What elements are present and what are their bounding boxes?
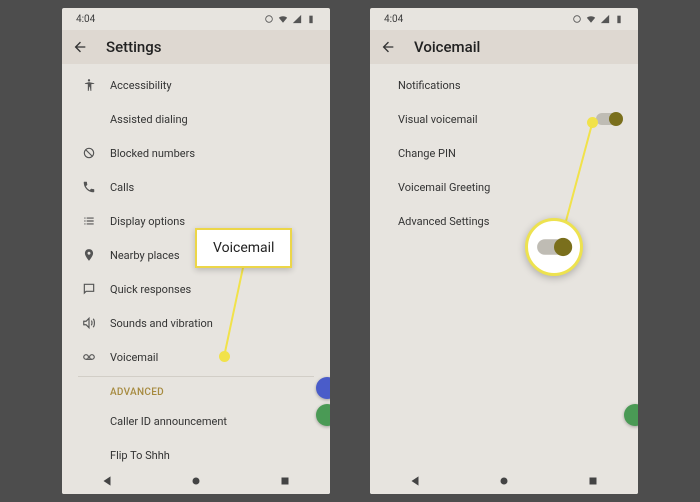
zoom-toggle bbox=[525, 218, 583, 276]
status-icons bbox=[264, 14, 316, 24]
message-icon bbox=[82, 282, 110, 296]
row-change-pin[interactable]: Change PIN bbox=[370, 136, 638, 170]
row-label: Accessibility bbox=[110, 79, 314, 92]
row-sounds-vibration[interactable]: Sounds and vibration bbox=[62, 306, 330, 340]
phone-icon bbox=[82, 180, 110, 194]
navigation-bar bbox=[370, 466, 638, 494]
page-title: Voicemail bbox=[414, 38, 480, 56]
signal-icon bbox=[600, 14, 610, 24]
wifi-icon bbox=[586, 14, 596, 24]
row-label: Quick responses bbox=[110, 283, 314, 296]
row-quick-responses[interactable]: Quick responses bbox=[62, 272, 330, 306]
nav-home-icon[interactable] bbox=[189, 473, 203, 487]
blocked-icon bbox=[82, 146, 110, 160]
row-label: Notifications bbox=[398, 79, 622, 92]
circle-icon bbox=[264, 14, 274, 24]
advanced-header: ADVANCED bbox=[62, 377, 330, 404]
row-label: Display options bbox=[110, 215, 314, 228]
row-label: Caller ID announcement bbox=[110, 415, 314, 428]
toggle-zoomed bbox=[537, 239, 571, 255]
clock: 4:04 bbox=[76, 14, 95, 25]
status-bar: 4:04 bbox=[370, 8, 638, 30]
phone-settings: 4:04 Settings Accessibility Assisted dia… bbox=[62, 8, 330, 494]
highlight-marker bbox=[587, 117, 598, 128]
status-bar: 4:04 bbox=[62, 8, 330, 30]
fab-green[interactable] bbox=[624, 404, 638, 426]
status-icons bbox=[572, 14, 624, 24]
page-title: Settings bbox=[106, 38, 162, 56]
voicemail-icon bbox=[82, 350, 110, 364]
row-voicemail-greeting[interactable]: Voicemail Greeting bbox=[370, 170, 638, 204]
nav-recents-icon[interactable] bbox=[278, 473, 292, 487]
row-label: Blocked numbers bbox=[110, 147, 314, 160]
callout-text: Voicemail bbox=[213, 240, 274, 256]
circle-icon bbox=[572, 14, 582, 24]
row-label: Calls bbox=[110, 181, 314, 194]
row-label: Change PIN bbox=[398, 147, 622, 160]
row-caller-id[interactable]: Caller ID announcement bbox=[62, 404, 330, 438]
nav-recents-icon[interactable] bbox=[586, 473, 600, 487]
row-label: Sounds and vibration bbox=[110, 317, 314, 330]
back-icon[interactable] bbox=[72, 39, 88, 55]
row-assisted-dialing[interactable]: Assisted dialing bbox=[62, 102, 330, 136]
row-calls[interactable]: Calls bbox=[62, 170, 330, 204]
nav-back-icon[interactable] bbox=[100, 473, 114, 487]
sound-icon bbox=[82, 316, 110, 330]
row-label: Advanced Settings bbox=[398, 215, 622, 228]
wifi-icon bbox=[278, 14, 288, 24]
settings-list: Accessibility Assisted dialing Blocked n… bbox=[62, 64, 330, 472]
row-label: Visual voicemail bbox=[398, 113, 596, 126]
phone-voicemail: 4:04 Voicemail Notifications Visual voic… bbox=[370, 8, 638, 494]
nav-back-icon[interactable] bbox=[408, 473, 422, 487]
app-bar: Settings bbox=[62, 30, 330, 64]
row-label: Voicemail bbox=[110, 351, 314, 364]
back-icon[interactable] bbox=[380, 39, 396, 55]
row-accessibility[interactable]: Accessibility bbox=[62, 68, 330, 102]
row-blocked-numbers[interactable]: Blocked numbers bbox=[62, 136, 330, 170]
row-label: Assisted dialing bbox=[110, 113, 314, 126]
row-notifications[interactable]: Notifications bbox=[370, 68, 638, 102]
signal-icon bbox=[292, 14, 302, 24]
row-label: Flip To Shhh bbox=[110, 449, 314, 462]
voicemail-list: Notifications Visual voicemail Change PI… bbox=[370, 64, 638, 238]
row-advanced-settings[interactable]: Advanced Settings bbox=[370, 204, 638, 238]
app-bar: Voicemail bbox=[370, 30, 638, 64]
battery-icon bbox=[306, 14, 316, 24]
list-icon bbox=[82, 214, 110, 228]
navigation-bar bbox=[62, 466, 330, 494]
row-visual-voicemail[interactable]: Visual voicemail bbox=[370, 102, 638, 136]
clock: 4:04 bbox=[384, 14, 403, 25]
visual-voicemail-toggle[interactable] bbox=[596, 113, 622, 125]
callout-voicemail: Voicemail bbox=[195, 228, 292, 268]
row-voicemail[interactable]: Voicemail bbox=[62, 340, 330, 374]
location-icon bbox=[82, 248, 110, 262]
battery-icon bbox=[614, 14, 624, 24]
row-label: Voicemail Greeting bbox=[398, 181, 622, 194]
nav-home-icon[interactable] bbox=[497, 473, 511, 487]
accessibility-icon bbox=[82, 78, 110, 92]
